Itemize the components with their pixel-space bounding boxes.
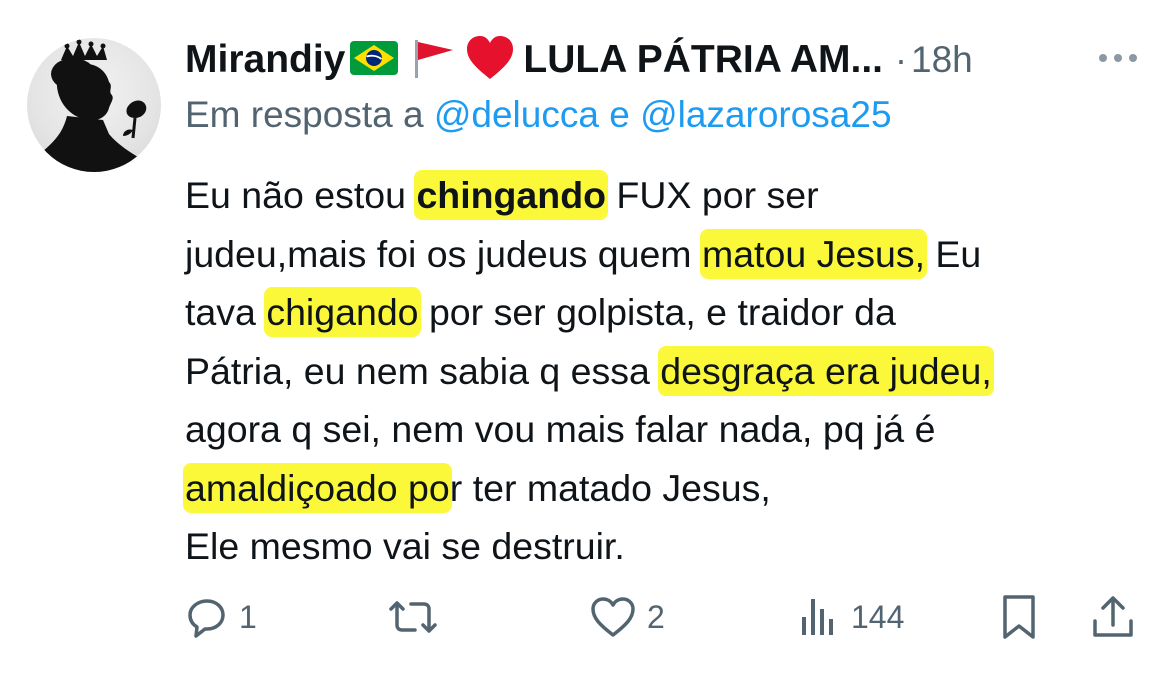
body-text: Eu — [925, 232, 982, 275]
body-text: Eu não estou — [185, 174, 417, 216]
tweet-body-line: tava chigando por ser golpista, e traido… — [185, 283, 1155, 342]
body-text: Ele mesmo vai se destruir. — [185, 525, 625, 567]
views-button[interactable]: 144 — [797, 592, 904, 642]
highlighted-text: chigando — [266, 289, 419, 335]
highlighted-text: matou Jesus, — [701, 230, 925, 277]
tweet-header: Mirandiy LULA PÁTRIA AM... · 18h — [185, 30, 1145, 90]
retweet-icon — [389, 601, 437, 633]
reply-context: Em resposta a @delucca e @lazarorosa25 — [185, 94, 892, 136]
tweet[interactable]: Mirandiy LULA PÁTRIA AM... · 18h Em resp… — [0, 0, 1170, 683]
like-button[interactable]: 2 — [589, 592, 665, 642]
body-text: Pátria, eu nem sabia q essa — [185, 349, 661, 392]
body-text: judeu,mais foi os judeus quem — [185, 232, 702, 275]
highlighted-text: desgraça era judeu, — [660, 347, 992, 394]
action-bar: 1 2 144 — [185, 592, 1145, 642]
body-text: agora q sei, nem vou mais falar nada, pq… — [185, 408, 936, 450]
share-icon — [1093, 596, 1133, 637]
tweet-body: Eu não estou chingando FUX por ser judeu,… — [185, 166, 1155, 576]
reply-icon — [188, 599, 225, 638]
heart-icon — [591, 597, 635, 637]
retweet-button[interactable] — [385, 592, 451, 642]
tweet-body-line: Eu não estou chingando FUX por ser — [185, 166, 1155, 225]
silhouette-portrait-icon — [37, 39, 151, 172]
body-text: por ser golpista, e traidor da — [418, 291, 896, 333]
reply-conjunction: e — [609, 94, 630, 135]
like-count: 2 — [647, 598, 665, 635]
more-options-icon[interactable] — [1096, 50, 1140, 66]
bookmark-icon — [1003, 595, 1035, 639]
avatar[interactable] — [27, 38, 161, 172]
body-text: r ter matado Jesus, — [449, 466, 771, 509]
mention-link-delucca[interactable]: @delucca — [434, 94, 599, 135]
body-text: FUX por ser — [606, 174, 819, 216]
tweet-body-line: Pátria, eu nem sabia q essa desgraça era… — [185, 342, 1155, 401]
tweet-body-line: Ele mesmo vai se destruir. — [185, 517, 1155, 576]
tweet-body-line: agora q sei, nem vou mais falar nada, pq… — [185, 400, 1155, 459]
bookmark-button[interactable] — [997, 592, 1041, 642]
mention-link-lazarorosa25[interactable]: @lazarorosa25 — [640, 94, 891, 135]
views-bar-chart-icon — [802, 599, 833, 635]
share-button[interactable] — [1089, 592, 1137, 642]
highlighted-text: amaldiçoado po — [185, 464, 450, 511]
body-text: tava — [185, 291, 267, 333]
brazil-flag-icon — [349, 40, 399, 81]
header-dot: · — [895, 39, 908, 80]
tweet-body-line: amaldiçoado por ter matado Jesus, — [185, 459, 1155, 518]
red-flag-icon — [409, 36, 457, 85]
reply-button[interactable]: 1 — [185, 592, 257, 642]
author-name-suffix: LULA PÁTRIA AM... — [523, 38, 884, 81]
red-heart-icon — [465, 35, 515, 86]
tweet-body-line: judeu,mais foi os judeus quem matou Jesu… — [185, 225, 1155, 284]
author-name[interactable]: Mirandiy — [185, 38, 345, 82]
timestamp[interactable]: 18h — [911, 39, 973, 81]
reply-count: 1 — [239, 598, 257, 635]
views-count: 144 — [851, 598, 905, 635]
highlighted-text: chingando — [416, 172, 607, 218]
reply-prefix: Em resposta a — [185, 94, 424, 135]
